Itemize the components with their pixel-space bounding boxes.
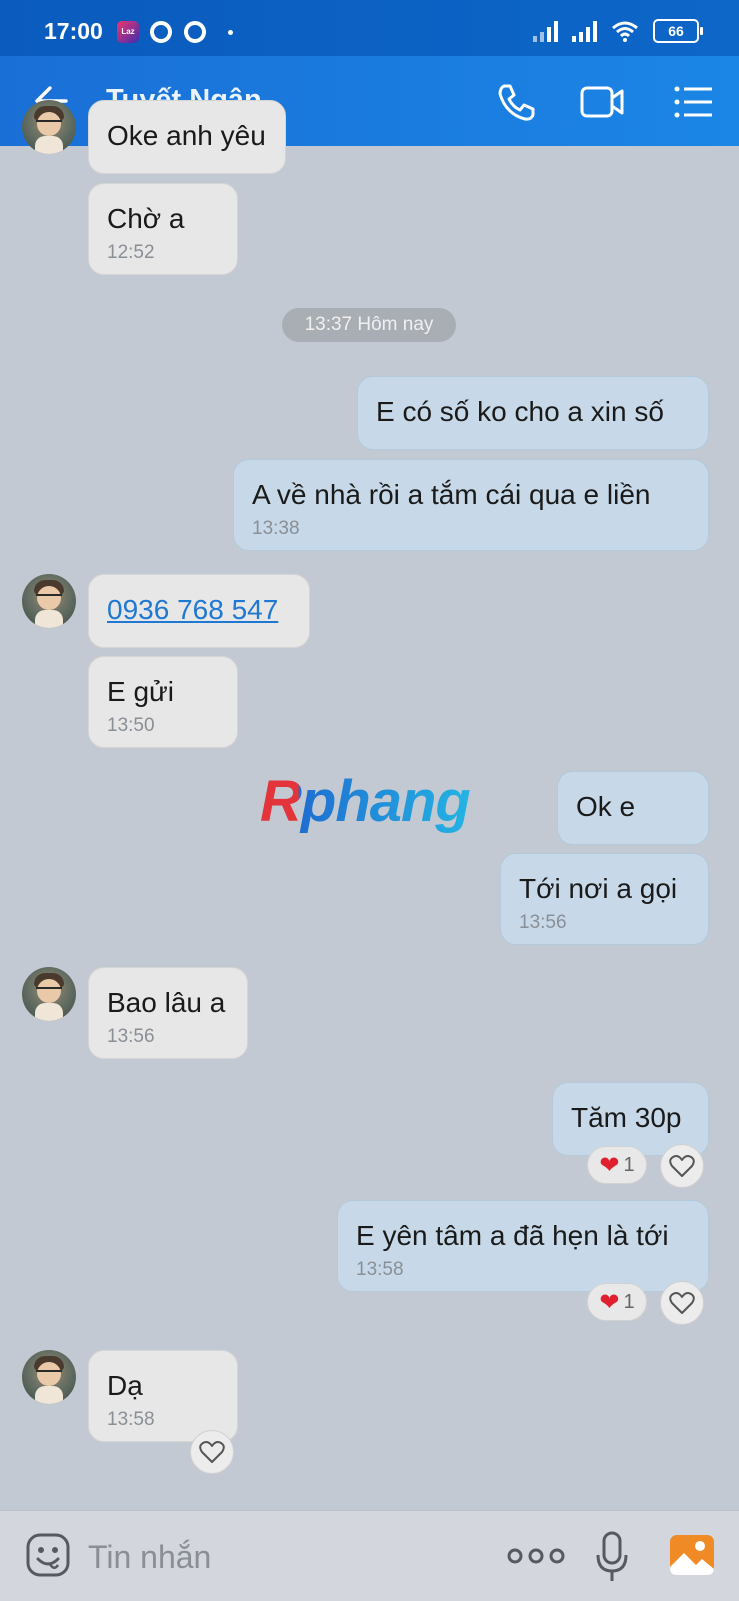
contact-avatar[interactable] — [22, 574, 76, 628]
message-bubble-outgoing[interactable]: Tới nơi a gọi 13:56 — [500, 853, 709, 945]
message-time: 13:56 — [519, 912, 567, 933]
message-bubble-incoming[interactable]: Chờ a 12:52 — [88, 183, 238, 275]
message-bubble-incoming[interactable]: 0936 768 547 — [88, 574, 310, 648]
heart-outline-icon — [669, 1155, 695, 1177]
message-time: 12:52 — [107, 242, 155, 263]
message-text: Ok e — [576, 791, 636, 822]
app-notification-icon — [184, 21, 206, 43]
message-bubble-incoming[interactable]: Dạ 13:58 — [88, 1350, 238, 1442]
message-bubble-outgoing[interactable]: E có số ko cho a xin số — [357, 376, 709, 450]
sticker-icon[interactable] — [24, 1531, 72, 1579]
message-text: E có số ko cho a xin số — [376, 396, 664, 427]
message-composer — [0, 1510, 739, 1601]
react-heart-button[interactable] — [660, 1281, 704, 1325]
message-text: A về nhà rồi a tắm cái qua e liền — [252, 479, 651, 510]
more-dots-icon[interactable] — [506, 1547, 566, 1565]
message-text: Dạ — [107, 1370, 143, 1401]
message-bubble-outgoing[interactable]: A về nhà rồi a tắm cái qua e liền 13:38 — [233, 459, 709, 551]
signal-icon — [533, 20, 558, 42]
message-time: 13:58 — [356, 1259, 404, 1280]
contact-avatar[interactable] — [22, 100, 76, 154]
phone-icon[interactable] — [492, 78, 540, 126]
message-time: 13:50 — [107, 715, 155, 736]
status-time: 17:00 — [44, 18, 103, 44]
message-text: E yên tâm a đã hẹn là tới — [356, 1220, 669, 1251]
message-input[interactable] — [86, 1531, 470, 1583]
message-time: 13:56 — [107, 1026, 155, 1047]
message-bubble-incoming[interactable]: Oke anh yêu — [88, 100, 286, 174]
app-notification-icon — [150, 21, 172, 43]
message-text: E gửi — [107, 676, 174, 707]
message-text: Oke anh yêu — [107, 120, 266, 151]
react-heart-button[interactable] — [190, 1430, 234, 1474]
watermark-logo: Rphang — [260, 769, 471, 834]
video-camera-icon[interactable] — [578, 78, 626, 126]
contact-avatar[interactable] — [22, 1350, 76, 1404]
reaction-count: 1 — [623, 1153, 635, 1176]
wifi-icon — [612, 21, 638, 42]
react-heart-button[interactable] — [660, 1144, 704, 1188]
gallery-icon[interactable] — [668, 1531, 716, 1579]
message-text: Tăm 30p — [571, 1102, 682, 1133]
reaction-count: 1 — [623, 1290, 635, 1313]
menu-list-icon[interactable] — [670, 78, 718, 126]
status-bar: 17:00 Laz 66 — [0, 0, 739, 56]
message-time: 13:38 — [252, 518, 300, 539]
message-text: Bao lâu a — [107, 987, 226, 1018]
message-bubble-outgoing[interactable]: Ok e — [557, 771, 709, 845]
message-bubble-incoming[interactable]: Bao lâu a 13:56 — [88, 967, 248, 1059]
reaction-summary[interactable]: ❤ 1 — [587, 1283, 647, 1321]
lazada-notification-icon: Laz — [117, 21, 139, 43]
signal-icon — [572, 20, 597, 42]
status-indicators: 66 — [533, 18, 703, 44]
heart-outline-icon — [669, 1292, 695, 1314]
battery-indicator: 66 — [653, 19, 703, 43]
heart-outline-icon — [199, 1441, 225, 1463]
heart-icon: ❤ — [599, 1288, 620, 1316]
phone-number-link[interactable]: 0936 768 547 — [107, 593, 291, 627]
date-separator: 13:37 Hôm nay — [282, 308, 456, 342]
microphone-icon[interactable] — [594, 1529, 630, 1583]
heart-icon: ❤ — [599, 1151, 620, 1179]
message-bubble-incoming[interactable]: E gửi 13:50 — [88, 656, 238, 748]
more-notifications-dot-icon — [228, 30, 233, 35]
message-bubble-outgoing[interactable]: E yên tâm a đã hẹn là tới 13:58 — [337, 1200, 709, 1292]
message-text: Chờ a — [107, 203, 185, 234]
message-text: Tới nơi a gọi — [519, 873, 678, 904]
reaction-summary[interactable]: ❤ 1 — [587, 1146, 647, 1184]
contact-avatar[interactable] — [22, 967, 76, 1021]
message-time: 13:58 — [107, 1409, 155, 1430]
